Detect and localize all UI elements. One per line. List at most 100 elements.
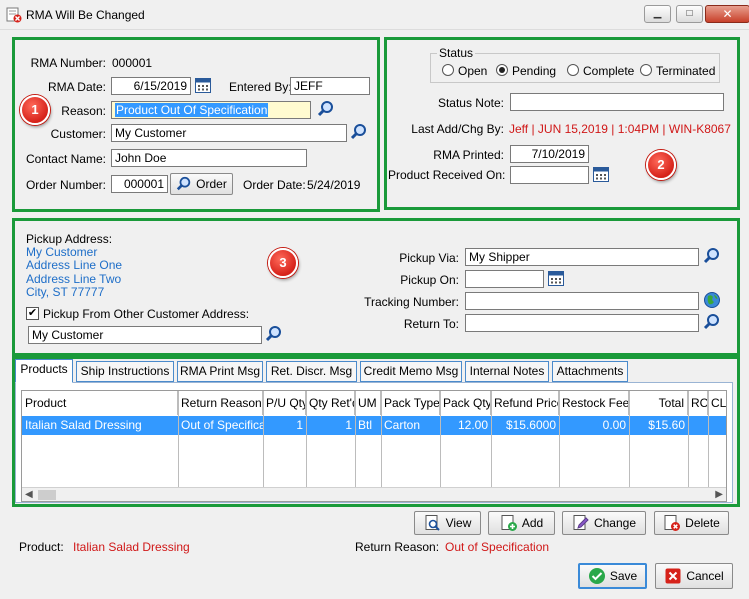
- column-divider: [440, 391, 441, 487]
- tracking-number-field[interactable]: [465, 292, 699, 310]
- pickup-address-label: Pickup Address:: [26, 232, 113, 246]
- entered-by-label: Entered By:: [229, 80, 292, 94]
- add-icon: [501, 515, 517, 531]
- reason-search-icon[interactable]: [317, 100, 335, 118]
- last-add-label: Last Add/Chg By:: [411, 122, 504, 136]
- order-number-label: Order Number:: [25, 178, 106, 192]
- order-number-field[interactable]: 000001: [111, 175, 168, 193]
- cell-qty-retd: 1: [345, 418, 352, 432]
- footer-reason-value: Out of Specification: [445, 540, 550, 554]
- order-button-label: Order: [196, 177, 227, 191]
- column-header[interactable]: Product: [22, 391, 178, 415]
- status-terminated-radio[interactable]: [640, 64, 652, 76]
- column-header[interactable]: CL: [708, 391, 726, 415]
- footer-product-value: Italian Salad Dressing: [73, 540, 190, 554]
- status-complete-label: Complete: [583, 64, 635, 78]
- pickup-on-field[interactable]: [465, 270, 544, 288]
- column-header[interactable]: Restock Fee: [559, 391, 629, 415]
- scroll-left-icon[interactable]: ◀: [25, 488, 33, 501]
- close-icon: ✕: [722, 7, 733, 21]
- status-pending-label: Pending: [512, 64, 557, 78]
- scrollbar-thumb[interactable]: [38, 490, 56, 500]
- column-divider: [491, 391, 492, 487]
- minimize-icon: ▁: [653, 8, 662, 19]
- other-customer-search-icon[interactable]: [265, 325, 283, 343]
- maximize-button[interactable]: □: [676, 5, 703, 23]
- rma-printed-field[interactable]: 7/10/2019: [510, 145, 589, 163]
- cell-pack-type: Carton: [384, 418, 421, 432]
- tab-attachments[interactable]: Attachments: [552, 361, 628, 382]
- column-header[interactable]: UM: [355, 391, 381, 415]
- return-to-label: Return To:: [403, 317, 459, 331]
- order-button[interactable]: Order: [170, 173, 233, 195]
- add-button[interactable]: Add: [488, 511, 555, 535]
- reason-field[interactable]: Product Out Of Specification: [111, 101, 311, 119]
- save-button[interactable]: Save: [578, 563, 647, 589]
- column-header[interactable]: Pack Type: [381, 391, 440, 415]
- pickup-on-calendar-icon[interactable]: [547, 269, 565, 287]
- checkmark-icon: [588, 568, 605, 584]
- status-open-radio[interactable]: [442, 64, 454, 76]
- cell-rc: [688, 416, 708, 435]
- order-date-label: Order Date:: [243, 178, 306, 192]
- tab-ship-instructions[interactable]: Ship Instructions: [76, 361, 174, 382]
- customer-field[interactable]: My Customer: [111, 124, 347, 142]
- pickup-via-search-icon[interactable]: [703, 247, 721, 265]
- edit-icon: [573, 515, 589, 530]
- column-divider: [263, 391, 264, 487]
- entered-by-field[interactable]: JEFF: [290, 77, 370, 95]
- last-add-value: Jeff | JUN 15,2019 | 1:04PM | WIN-K80670…: [509, 122, 731, 136]
- customer-label: Customer:: [50, 127, 106, 141]
- customer-search-icon[interactable]: [350, 123, 368, 141]
- status-complete-radio[interactable]: [567, 64, 579, 76]
- contact-name-label: Contact Name:: [25, 152, 106, 166]
- globe-icon[interactable]: [703, 291, 721, 309]
- column-header[interactable]: Return Reason: [178, 391, 263, 415]
- tab-credit-memo-msg[interactable]: Credit Memo Msg: [360, 361, 462, 382]
- scroll-right-icon[interactable]: ▶: [715, 488, 723, 501]
- rma-date-field[interactable]: 6/15/2019: [111, 77, 191, 95]
- order-date-value: 5/24/2019: [307, 178, 361, 192]
- pickup-from-other-checkbox[interactable]: ✔: [26, 307, 39, 320]
- column-divider: [688, 391, 689, 487]
- pickup-via-field[interactable]: My Shipper: [465, 248, 699, 266]
- tab-internal-notes[interactable]: Internal Notes: [465, 361, 549, 382]
- column-header[interactable]: Refund Price: [491, 391, 559, 415]
- return-to-field[interactable]: [465, 314, 699, 332]
- column-divider: [178, 391, 179, 487]
- cancel-button[interactable]: Cancel: [655, 563, 733, 589]
- pickup-address-line: City, ST 77777: [26, 285, 105, 299]
- other-customer-field[interactable]: My Customer: [28, 326, 262, 344]
- cell-product: Italian Salad Dressing: [25, 418, 142, 432]
- cell-total: $15.60: [648, 418, 685, 432]
- tab-ret-discr-msg[interactable]: Ret. Discr. Msg: [266, 361, 357, 382]
- calendar-icon[interactable]: [194, 76, 212, 94]
- status-pending-radio[interactable]: [496, 64, 508, 76]
- window-title: RMA Will Be Changed: [26, 8, 145, 22]
- column-header[interactable]: P/U Qty: [263, 391, 306, 415]
- product-received-field[interactable]: [510, 166, 589, 184]
- horizontal-scrollbar[interactable]: ◀ ▶: [22, 487, 726, 501]
- tab-products[interactable]: Products: [15, 359, 73, 383]
- cell-um: Btl: [358, 418, 373, 432]
- order-search-icon: [176, 176, 191, 191]
- change-button[interactable]: Change: [562, 511, 646, 535]
- column-header[interactable]: Pack Qty: [440, 391, 491, 415]
- return-to-search-icon[interactable]: [703, 313, 721, 331]
- column-header[interactable]: RC: [688, 391, 708, 415]
- view-icon: [425, 515, 440, 531]
- close-button[interactable]: ✕: [705, 5, 749, 23]
- rma-number-label: RMA Number:: [30, 56, 106, 70]
- minimize-button[interactable]: ▁: [644, 5, 671, 23]
- status-note-field[interactable]: [510, 93, 724, 111]
- products-table[interactable]: Product Return Reason P/U Qty Qty Ret'd …: [21, 390, 727, 502]
- contact-name-field[interactable]: John Doe: [111, 149, 307, 167]
- received-calendar-icon[interactable]: [592, 165, 610, 183]
- column-header[interactable]: Total: [629, 391, 688, 415]
- cell-restock-fee: 0.00: [602, 418, 626, 432]
- delete-button[interactable]: Delete: [654, 511, 729, 535]
- view-button-label: View: [445, 516, 472, 530]
- tab-rma-print-msg[interactable]: RMA Print Msg: [177, 361, 263, 382]
- column-header[interactable]: Qty Ret'd: [306, 391, 355, 415]
- view-button[interactable]: View: [414, 511, 481, 535]
